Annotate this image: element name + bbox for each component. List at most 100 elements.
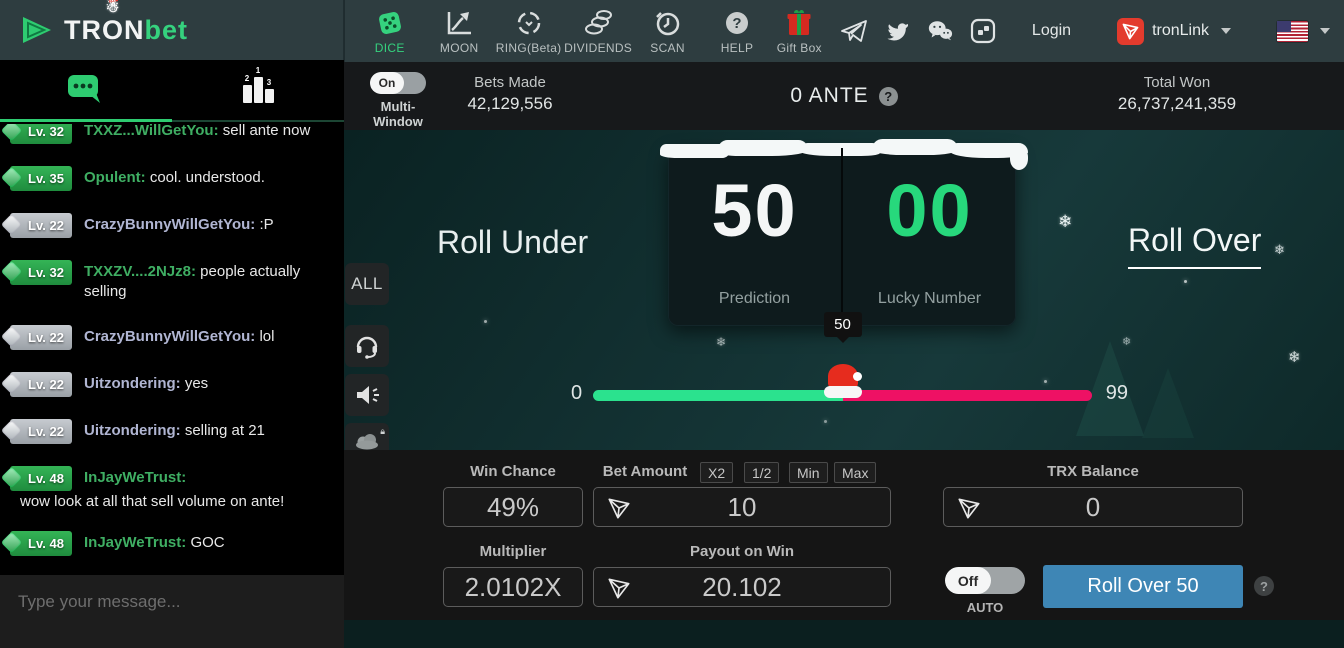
filter-all-button[interactable]: ALL	[345, 263, 389, 305]
game-side-rail: ALL 🔒︎ ★ ★ ★	[345, 263, 391, 450]
nav-item-help[interactable]: ? HELP	[702, 8, 771, 55]
slider-handle-santa-hat[interactable]: 50	[824, 364, 862, 400]
trx-icon	[956, 495, 982, 521]
payout-field: 20.102	[593, 567, 891, 607]
bet-panel: Win Chance 49% Bet Amount X2 1/2 Min Max…	[344, 450, 1344, 620]
chat-username[interactable]: Opulent:	[84, 169, 146, 186]
logo-o: O☃	[102, 15, 124, 45]
question-icon: ?	[723, 8, 751, 38]
multiplier-input[interactable]: 2.0102X	[443, 567, 583, 607]
blog-icon[interactable]	[970, 18, 996, 44]
auto-toggle[interactable]: Off	[945, 567, 1025, 594]
roll-under-label[interactable]: Roll Under	[437, 224, 588, 261]
nav-item-ring[interactable]: RING(Beta)	[494, 8, 563, 55]
trx-balance-field: 0	[943, 487, 1243, 527]
chat-message: Lv. 22 CrazyBunnyWillGetYou: lol	[0, 314, 344, 361]
chat-input-area	[0, 575, 344, 648]
language-dropdown[interactable]	[1277, 21, 1330, 42]
snowflake-icon: ❄	[1274, 242, 1285, 258]
level-badge: Lv. 35	[10, 166, 72, 191]
auto-control: Off AUTO	[943, 567, 1027, 615]
payout-label: Payout on Win	[593, 543, 891, 560]
trx-icon	[606, 575, 632, 601]
dice-game-area: ❄ ❄ ❄ ❄ ❄ ALL	[344, 130, 1344, 450]
level-badge: Lv. 22	[10, 325, 72, 350]
chat-text: wow look at all that sell volume on ante…	[0, 493, 344, 520]
level-badge: Lv. 32	[10, 124, 72, 144]
support-button[interactable]	[345, 325, 389, 367]
twitter-icon[interactable]	[884, 18, 910, 44]
chat-username[interactable]: InJayWeTrust:	[84, 534, 186, 551]
sidebar-tabs: 2 1 3	[0, 60, 344, 122]
lucky-number-half: 00 Lucky Number	[841, 148, 1016, 326]
top-navigation: DICE MOON RING(Beta) DIVIDENDS	[344, 0, 1344, 62]
tab-leaderboard[interactable]: 2 1 3	[172, 60, 344, 120]
level-badge: Lv. 32	[10, 260, 72, 285]
chat-message: Lv. 22 CrazyBunnyWillGetYou: :P	[0, 202, 344, 249]
nav-item-dice[interactable]: DICE	[355, 8, 424, 55]
play-triangle-icon	[20, 15, 54, 45]
logo-tr: TR	[64, 15, 102, 45]
trx-balance-label: TRX Balance	[943, 463, 1243, 480]
tab-chat[interactable]	[0, 60, 172, 122]
stats-bar: On Multi-Window Bets Made 42,129,556 0 A…	[344, 62, 1344, 130]
chat-username[interactable]: InJayWeTrust:	[84, 469, 186, 486]
slider-track-under[interactable]	[593, 390, 843, 401]
weather-effect-button[interactable]: 🔒︎	[345, 423, 389, 450]
chat-username[interactable]: TXXZV....2NJz8:	[84, 263, 196, 280]
ante-help-icon[interactable]: ?	[879, 87, 898, 106]
chat-message-input[interactable]	[0, 575, 344, 648]
lock-icon: 🔒︎	[380, 426, 385, 437]
roll-over-button[interactable]: Roll Over 50	[1043, 565, 1243, 608]
bet-min-button[interactable]: Min	[789, 462, 828, 483]
chat-username[interactable]: CrazyBunnyWillGetYou:	[84, 216, 255, 233]
chat-username[interactable]: TXXZ...WillGetYou:	[84, 124, 219, 139]
chat-message: Lv. 35 Opulent: cool. understood.	[0, 155, 344, 202]
auto-label: AUTO	[943, 600, 1027, 615]
ring-icon	[515, 8, 543, 38]
chat-message: Lv. 32 TXXZV....2NJz8: people actually s…	[0, 249, 344, 314]
bet-x2-button[interactable]: X2	[700, 462, 733, 483]
tronlink-dropdown[interactable]: tronLink	[1117, 18, 1231, 45]
telegram-icon[interactable]	[841, 18, 867, 44]
prediction-caption: Prediction	[719, 290, 790, 308]
slider-track-over[interactable]	[843, 390, 1093, 401]
chat-message-list[interactable]: Lv. 32 TXXZ...WillGetYou: sell ante now …	[0, 124, 344, 575]
nav-item-dividends[interactable]: DIVIDENDS	[563, 8, 632, 55]
chat-text: lol	[259, 328, 274, 345]
chat-text: :P	[259, 216, 273, 233]
level-badge: Lv. 22	[10, 372, 72, 397]
logo-text: TRO☃Nbet	[64, 15, 188, 46]
win-chance-input[interactable]: 49%	[443, 487, 583, 527]
nav-item-moon[interactable]: MOON	[424, 8, 493, 55]
tronbet-logo[interactable]: TRO☃Nbet	[20, 15, 188, 46]
sidebar-header: TRO☃Nbet	[0, 0, 344, 60]
roll-over-label[interactable]: Roll Over	[1128, 222, 1261, 269]
podium-icon: 2 1 3	[243, 77, 274, 103]
main-area: DICE MOON RING(Beta) DIVIDENDS	[344, 0, 1344, 648]
chat-text: yes	[185, 375, 208, 392]
snowflake-icon: ❄	[1058, 212, 1072, 232]
nav-item-giftbox[interactable]: Gift Box	[772, 8, 827, 55]
login-button[interactable]: Login	[1032, 22, 1071, 40]
footer-strip	[344, 620, 1344, 648]
chat-username[interactable]: CrazyBunnyWillGetYou:	[84, 328, 255, 345]
bet-amount-label: Bet Amount	[597, 463, 693, 480]
bet-amount-input[interactable]: 10	[593, 487, 891, 527]
rain-cloud-icon	[353, 432, 381, 450]
chat-username[interactable]: Uitzondering:	[84, 422, 181, 439]
clock-icon	[654, 8, 682, 38]
win-chance-label: Win Chance	[443, 463, 583, 480]
social-links	[841, 18, 996, 44]
chat-username[interactable]: Uitzondering:	[84, 375, 181, 392]
wechat-icon[interactable]	[927, 18, 953, 44]
prediction-slider[interactable]: 0 99 50	[593, 382, 1092, 408]
chat-text: cool. understood.	[150, 169, 265, 186]
slider-max-label: 99	[1106, 382, 1128, 405]
bet-max-button[interactable]: Max	[834, 462, 876, 483]
nav-item-scan[interactable]: SCAN	[633, 8, 702, 55]
bet-half-button[interactable]: 1/2	[744, 462, 779, 483]
sound-button[interactable]	[345, 374, 389, 416]
roll-help-icon[interactable]: ?	[1254, 576, 1274, 596]
tronlink-icon	[1117, 18, 1144, 45]
